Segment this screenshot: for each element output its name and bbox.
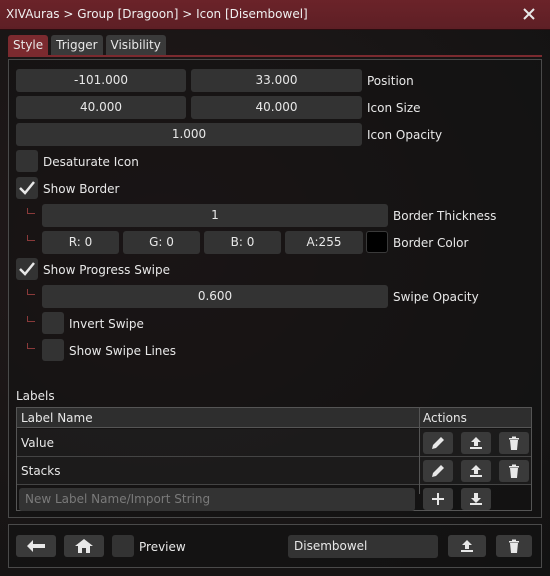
invert-swipe-label: Invert Swipe <box>69 317 144 331</box>
tab-bar: Style Trigger Visibility <box>8 35 166 56</box>
trash-icon <box>509 436 519 450</box>
label-name-cell: Value <box>21 436 54 450</box>
border-color-a-field[interactable]: A:255 <box>285 231 363 254</box>
border-color-r-field[interactable]: R: 0 <box>42 231 119 254</box>
icon-size-w-field[interactable]: 40.000 <box>16 96 186 119</box>
arrow-left-icon <box>27 540 45 552</box>
swipe-opacity-slider[interactable]: 0.600 <box>42 285 388 308</box>
icon-opacity-label: Icon Opacity <box>367 128 443 142</box>
add-label-button[interactable] <box>423 488 453 510</box>
tab-trigger[interactable]: Trigger <box>51 35 103 56</box>
checkmark-icon <box>19 181 35 195</box>
column-header-label-name: Label Name <box>21 411 93 425</box>
table-header: Label Name Actions <box>17 408 531 428</box>
desaturate-checkbox[interactable] <box>16 150 38 172</box>
invert-swipe-checkbox[interactable] <box>42 312 64 334</box>
plus-icon <box>432 493 444 505</box>
home-button[interactable] <box>64 535 104 557</box>
title-bar[interactable]: XIVAuras > Group [Dragoon] > Icon [Disem… <box>0 0 550 30</box>
close-icon[interactable] <box>520 5 538 23</box>
export-element-button[interactable] <box>448 535 486 557</box>
label-name-cell: Stacks <box>21 464 61 478</box>
new-label-input[interactable]: New Label Name/Import String <box>19 488 415 511</box>
delete-label-button[interactable] <box>499 432 529 454</box>
table-row: Stacks <box>17 457 531 485</box>
column-header-actions: Actions <box>423 411 467 425</box>
tree-connector <box>27 316 35 322</box>
show-swipe-lines-checkbox[interactable] <box>42 339 64 361</box>
export-label-button[interactable] <box>461 432 491 454</box>
export-label-button[interactable] <box>461 460 491 482</box>
back-button[interactable] <box>16 535 56 557</box>
download-icon <box>470 493 482 505</box>
tree-connector <box>27 343 35 349</box>
table-row: Value <box>17 429 531 457</box>
show-progress-swipe-label: Show Progress Swipe <box>43 263 170 277</box>
upload-icon <box>461 540 473 552</box>
delete-label-button[interactable] <box>499 460 529 482</box>
pencil-icon <box>432 437 444 449</box>
edit-label-button[interactable] <box>423 460 453 482</box>
tree-connector <box>27 208 35 214</box>
checkmark-icon <box>19 262 35 276</box>
edit-label-button[interactable] <box>423 432 453 454</box>
trash-icon <box>509 464 519 478</box>
trash-icon <box>509 539 519 553</box>
column-divider <box>419 408 420 494</box>
element-name-input[interactable]: Disembowel <box>288 535 438 558</box>
border-color-swatch[interactable] <box>366 231 388 253</box>
swipe-opacity-label: Swipe Opacity <box>393 290 479 304</box>
border-thickness-label: Border Thickness <box>393 209 497 223</box>
show-progress-swipe-checkbox[interactable] <box>16 258 38 280</box>
position-label: Position <box>367 74 414 88</box>
tab-visibility[interactable]: Visibility <box>105 35 166 56</box>
position-y-field[interactable]: 33.000 <box>191 69 362 92</box>
show-border-checkbox[interactable] <box>16 177 38 199</box>
tree-connector <box>27 235 35 241</box>
tab-style[interactable]: Style <box>8 35 49 56</box>
upload-icon <box>470 465 482 477</box>
preview-label: Preview <box>139 540 186 554</box>
labels-table: Label Name Actions Value Stacks New Labe… <box>16 407 532 511</box>
import-label-button[interactable] <box>461 488 491 510</box>
delete-element-button[interactable] <box>496 535 532 557</box>
upload-icon <box>470 437 482 449</box>
icon-size-label: Icon Size <box>367 101 421 115</box>
tab-underline <box>8 55 542 57</box>
desaturate-label: Desaturate Icon <box>43 155 139 169</box>
icon-size-h-field[interactable]: 40.000 <box>191 96 362 119</box>
border-color-b-field[interactable]: B: 0 <box>204 231 281 254</box>
window-title: XIVAuras > Group [Dragoon] > Icon [Disem… <box>6 7 308 21</box>
preview-checkbox[interactable] <box>112 535 134 557</box>
home-icon <box>75 539 93 553</box>
border-thickness-slider[interactable]: 1 <box>42 204 388 227</box>
icon-opacity-slider[interactable]: 1.000 <box>16 123 362 146</box>
pencil-icon <box>432 465 444 477</box>
position-x-field[interactable]: -101.000 <box>16 69 186 92</box>
show-border-label: Show Border <box>43 182 120 196</box>
tree-connector <box>27 289 35 295</box>
border-color-g-field[interactable]: G: 0 <box>123 231 200 254</box>
labels-heading: Labels <box>16 389 55 403</box>
show-swipe-lines-label: Show Swipe Lines <box>69 344 177 358</box>
border-color-label: Border Color <box>393 236 469 250</box>
